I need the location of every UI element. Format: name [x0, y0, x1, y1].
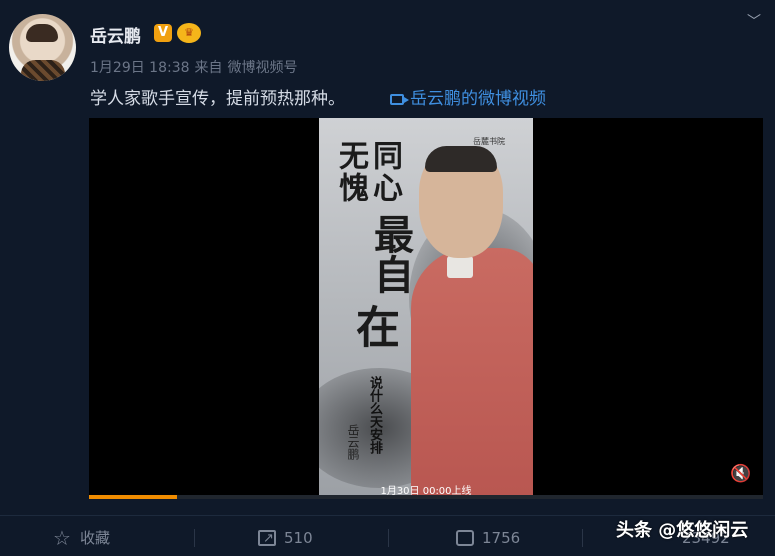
username[interactable]: 岳云鹏 — [90, 22, 141, 47]
post-source[interactable]: 微博视频号 — [228, 60, 298, 76]
post-timestamp[interactable]: 1月29日 18:38 — [90, 60, 190, 76]
share-button[interactable]: 510 — [258, 521, 313, 556]
comment-button[interactable]: 1756 — [456, 521, 520, 555]
poster-name: 岳云鹏 — [346, 424, 360, 460]
poster-figure-collar — [447, 256, 473, 278]
divider — [388, 529, 389, 547]
avatar[interactable] — [9, 14, 76, 81]
divider — [582, 529, 583, 547]
mute-icon[interactable]: 🔇 — [730, 463, 752, 485]
poster-title-big: 最自 — [367, 214, 414, 294]
video-link-label: 岳云鹏的微博视频 — [410, 89, 546, 109]
video-player[interactable]: 岳麓书院 同心 无愧 最自 在 说什么天安排 岳云鹏 1月30日 00:00上线 … — [89, 118, 763, 499]
poster-figure-head — [419, 146, 503, 258]
video-camera-icon — [390, 94, 409, 105]
post-text: 学人家歌手宣传，提前预热那种。 — [90, 89, 345, 109]
poster-logo: 岳麓书院 — [473, 137, 505, 146]
avatar-hair — [26, 24, 58, 42]
video-progress-bar[interactable] — [89, 495, 763, 499]
poster-title-big-2: 在 — [348, 304, 399, 348]
share-icon — [258, 522, 276, 556]
poster-figure-body — [411, 248, 533, 499]
post-source-prefix: 来自 — [194, 60, 223, 76]
video-progress-fill — [89, 495, 177, 499]
chevron-down-icon[interactable]: ﹀ — [744, 12, 764, 32]
video-link[interactable]: 岳云鹏的微博视频 — [390, 84, 546, 109]
video-poster: 岳麓书院 同心 无愧 最自 在 说什么天安排 岳云鹏 1月30日 00:00上线 — [319, 118, 533, 499]
vip-crown-icon: ♛ — [177, 23, 201, 43]
favorite-button[interactable]: 收藏 — [53, 521, 110, 555]
weibo-post-card: 岳云鹏 V ♛ ﹀ 1月29日 18:38 来自 微博视频号 学人家歌手宣传，提前预… — [0, 0, 775, 556]
avatar-shirt — [21, 60, 65, 81]
verified-badge-icon: V — [154, 24, 172, 42]
post-meta: 1月29日 18:38 来自 微博视频号 — [90, 57, 303, 77]
poster-title-small: 同心 无愧 — [333, 140, 402, 204]
divider — [194, 529, 195, 547]
poster-subtitle: 说什么天安排 — [367, 376, 382, 454]
star-icon — [53, 521, 72, 555]
comment-icon — [456, 530, 474, 546]
watermark: 头条 @悠悠闲云 — [616, 520, 749, 541]
